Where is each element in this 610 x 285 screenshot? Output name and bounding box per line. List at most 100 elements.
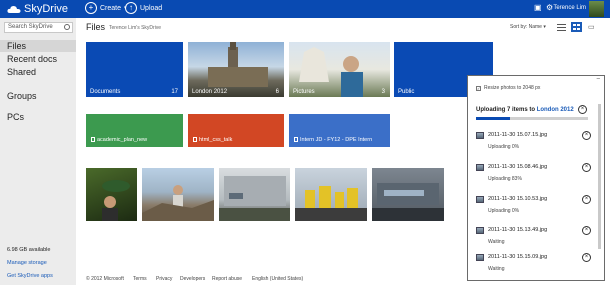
upload-item: 2011-11-30 15.08.46.jpg Uploading 83% × (476, 163, 591, 193)
app-name: SkyDrive (24, 3, 69, 15)
photo-thumbnail[interactable] (372, 168, 444, 221)
upload-file-status: Uploading 0% (488, 144, 520, 150)
upload-file-status: Uploading 0% (488, 208, 520, 214)
upload-file-status: Waiting (488, 266, 505, 272)
details-view-icon[interactable] (557, 23, 566, 31)
thumbnails-view-icon[interactable] (571, 22, 582, 32)
doc-tile-academic-plan[interactable]: academic_plan_new (86, 114, 183, 147)
photo-thumbnail[interactable] (219, 168, 290, 221)
resize-photos-option[interactable]: ✓ Resize photos to 2048 px (476, 85, 540, 91)
cancel-upload-button[interactable]: × (582, 226, 591, 235)
upload-file-name: 2011-11-30 15.15.09.jpg (488, 254, 548, 260)
footer-language-link[interactable]: English (United States) (252, 276, 303, 282)
doc-name: academic_plan_new (97, 137, 148, 143)
upload-item: 2011-11-30 15.13.49.jpg Waiting × (476, 226, 591, 256)
upload-item: 2011-11-30 15.10.53.jpg Uploading 0% × (476, 195, 591, 225)
cancel-all-button[interactable]: × (578, 105, 587, 114)
folder-count: 17 (171, 89, 178, 95)
doc-name: Intern JD - FY12 - DPE Intern (300, 137, 373, 143)
storage-available: 6.98 GB available (7, 247, 51, 253)
sort-label: Sort by: Name (510, 24, 542, 30)
get-apps-link[interactable]: Get SkyDrive apps (7, 273, 53, 279)
minimize-button[interactable]: – (597, 76, 600, 82)
footer-developers-link[interactable]: Developers (180, 276, 205, 282)
info-pane-icon[interactable]: ▭ (588, 23, 595, 31)
image-file-icon (476, 227, 484, 234)
cancel-upload-button[interactable]: × (582, 131, 591, 140)
plus-icon: + (85, 2, 97, 14)
search-placeholder: Search SkyDrive (8, 24, 53, 30)
resize-label: Resize photos to 2048 px (484, 85, 541, 91)
powerpoint-doc-icon (193, 137, 197, 142)
upload-file-name: 2011-11-30 15.08.46.jpg (488, 164, 548, 170)
user-name[interactable]: Terence Lim (553, 5, 586, 11)
excel-doc-icon (91, 137, 95, 142)
footer-terms-link[interactable]: Terms (133, 276, 147, 282)
photo-thumbnail[interactable] (142, 168, 214, 221)
sidebar-item-files[interactable]: Files (0, 40, 76, 52)
cancel-upload-button[interactable]: × (582, 163, 591, 172)
upload-file-name: 2011-11-30 15.10.53.jpg (488, 196, 548, 202)
upload-destination-link[interactable]: London 2012 (537, 107, 574, 113)
sort-by-dropdown[interactable]: Sort by: Name ▾ (510, 24, 546, 30)
image-file-icon (476, 254, 484, 261)
upload-panel: – ✓ Resize photos to 2048 px Uploading 7… (467, 75, 605, 281)
image-file-icon (476, 196, 484, 203)
upload-item: 2011-11-30 15.15.09.jpg Waiting × (476, 253, 591, 283)
upload-file-name: 2011-11-30 15.07.15.jpg (488, 132, 548, 138)
breadcrumb[interactable]: Terence Lim's SkyDrive (109, 25, 161, 31)
folder-tile-documents[interactable]: Documents 17 (86, 42, 183, 97)
doc-name: html_css_talk (199, 137, 233, 143)
cancel-upload-button[interactable]: × (582, 195, 591, 204)
folder-name: Public (398, 89, 415, 95)
sidebar-item-recent-docs[interactable]: Recent docs (0, 53, 76, 65)
folder-name: Documents (90, 89, 121, 95)
sidebar-item-shared[interactable]: Shared (0, 66, 76, 78)
image-file-icon (476, 132, 484, 139)
chevron-down-icon: ▾ (543, 24, 546, 30)
top-bar: SkyDrive + Create ▾ ↑ Upload ▣ ⚙ Terence… (0, 0, 610, 18)
upload-button[interactable]: ↑ Upload (125, 2, 162, 14)
upload-scrollbar[interactable] (598, 104, 601, 249)
folder-count: 3 (381, 89, 385, 95)
create-label: Create (100, 4, 122, 12)
word-doc-icon (294, 137, 298, 142)
cancel-upload-button[interactable]: × (582, 253, 591, 262)
photo-thumbnail[interactable] (295, 168, 367, 221)
create-button[interactable]: + Create ▾ (85, 2, 127, 14)
upload-heading: Uploading 7 items to London 2012 (476, 107, 574, 113)
image-file-icon (476, 164, 484, 171)
folder-name: Pictures (293, 89, 315, 95)
skydrive-logo[interactable]: SkyDrive (7, 3, 68, 15)
upload-item: 2011-11-30 15.07.15.jpg Uploading 0% × (476, 131, 591, 161)
photo-thumbnail[interactable] (86, 168, 137, 221)
gear-icon[interactable]: ⚙ (546, 3, 553, 12)
upload-file-name: 2011-11-30 15.13.49.jpg (488, 227, 548, 233)
upload-heading-text: Uploading 7 items to (476, 107, 536, 113)
resize-checkbox[interactable]: ✓ (476, 85, 481, 91)
folder-count: 6 (275, 89, 279, 95)
sidebar-item-groups[interactable]: Groups (0, 90, 76, 102)
messages-icon[interactable]: ▣ (534, 3, 542, 12)
manage-storage-link[interactable]: Manage storage (7, 260, 47, 266)
footer-report-abuse-link[interactable]: Report abuse (212, 276, 242, 282)
sidebar-item-pcs[interactable]: PCs (0, 111, 76, 123)
cloud-icon (7, 5, 21, 13)
upload-progress-fill (476, 117, 510, 120)
upload-file-status: Uploading 83% (488, 176, 522, 182)
folder-tile-pictures[interactable]: Pictures 3 (289, 42, 390, 97)
avatar[interactable] (589, 1, 604, 17)
folder-name: London 2012 (192, 89, 228, 95)
upload-icon: ↑ (125, 2, 137, 14)
folder-tile-london-2012[interactable]: London 2012 6 (188, 42, 284, 97)
page-title: Files (86, 22, 106, 32)
search-input[interactable]: Search SkyDrive (4, 22, 73, 33)
doc-tile-intern-jd[interactable]: Intern JD - FY12 - DPE Intern (289, 114, 390, 147)
footer-privacy-link[interactable]: Privacy (156, 276, 172, 282)
search-icon[interactable] (64, 24, 70, 30)
sidebar: Search SkyDrive Files Recent docs Shared… (0, 18, 76, 285)
upload-file-status: Waiting (488, 239, 505, 245)
upload-progress-bar (476, 117, 588, 120)
footer-copyright: © 2012 Microsoft (86, 276, 124, 282)
doc-tile-html-css-talk[interactable]: html_css_talk (188, 114, 284, 147)
